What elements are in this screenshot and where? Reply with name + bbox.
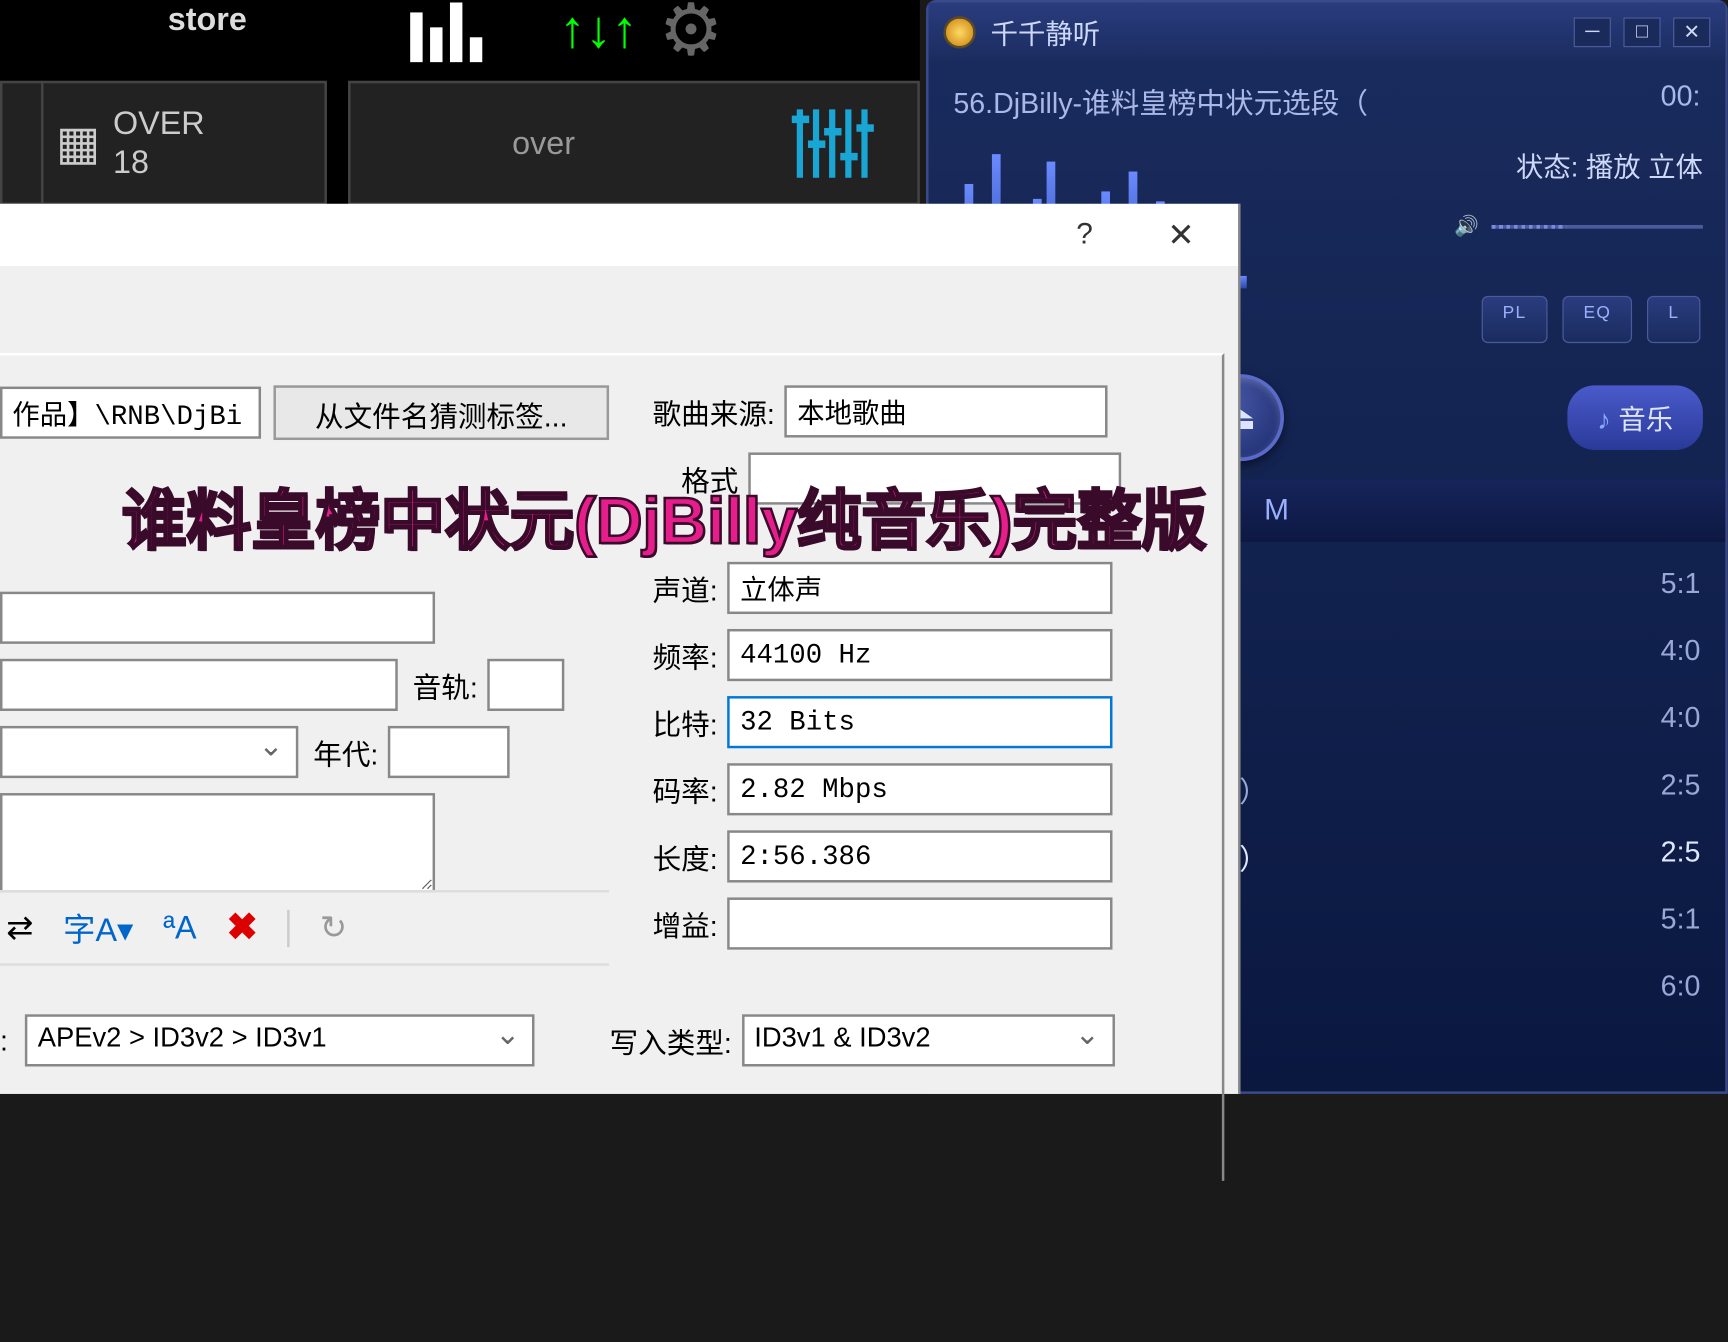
write-type-label: 写入类型:: [610, 1019, 732, 1061]
ttplayer-titlebar[interactable]: 千千静听 ─ □ ✕: [929, 2, 1726, 62]
close-icon[interactable]: ✕: [1673, 17, 1710, 47]
year-label: 年代:: [313, 731, 378, 773]
tag-tool-icon[interactable]: ⇄: [6, 909, 33, 948]
playlist-button[interactable]: PL: [1481, 296, 1547, 343]
clear-icon[interactable]: ✖: [226, 906, 257, 950]
over18-num: 18: [113, 143, 205, 182]
gain-label: 增益:: [653, 902, 718, 944]
font-case-icon[interactable]: 字A▾: [63, 905, 133, 951]
channel-label: 声道:: [653, 567, 718, 609]
channel-input[interactable]: [728, 562, 1113, 614]
equalizer-icon: [797, 109, 868, 177]
track-input[interactable]: [488, 659, 565, 711]
field-1[interactable]: [0, 592, 435, 644]
now-playing-title: 56.DjBilly-谁料皇榜中状元选段（: [953, 80, 1368, 122]
volume-slider[interactable]: [1492, 224, 1703, 228]
lyric-button[interactable]: L: [1647, 296, 1700, 343]
length-input[interactable]: [728, 830, 1113, 882]
guess-tags-button[interactable]: 从文件名猜测标签...: [273, 385, 609, 440]
playback-status: 状态: 播放 立体: [1516, 145, 1703, 185]
pl-m-icon[interactable]: M: [1264, 493, 1289, 528]
now-playing-time: 00:: [1661, 80, 1701, 122]
maximize-icon[interactable]: □: [1623, 17, 1660, 47]
now-playing: 56.DjBilly-谁料皇榜中状元选段（ 00:: [929, 62, 1726, 139]
bits-label: 比特:: [653, 701, 718, 743]
eq-button[interactable]: EQ: [1562, 296, 1632, 343]
year-input[interactable]: [388, 726, 510, 778]
ttplayer-title: 千千静听: [991, 12, 1100, 52]
music-tab[interactable]: 音乐: [1567, 385, 1703, 450]
volume-control[interactable]: 🔊: [1454, 214, 1703, 239]
source-label: 歌曲来源:: [653, 390, 775, 432]
gear-icon[interactable]: ⚙: [659, 0, 724, 72]
over-tile[interactable]: over: [348, 81, 920, 205]
freq-input[interactable]: [728, 629, 1113, 681]
bg-tile-left: [0, 81, 44, 205]
ttplayer-logo-icon: [943, 16, 975, 48]
help-icon[interactable]: ?: [1076, 218, 1093, 253]
field-2[interactable]: [0, 659, 398, 711]
speaker-icon: 🔊: [1454, 214, 1479, 239]
overlay-title: 谁料皇榜中状元(DjBilly纯音乐)完整版: [122, 469, 1206, 562]
close-icon[interactable]: ✕: [1167, 216, 1194, 255]
over18-tile[interactable]: ▦ OVER 18: [41, 81, 327, 205]
bars-icon: [410, 0, 485, 62]
properties-dialog: ? ✕ 从文件名猜测标签... 音轨: 年代:: [0, 204, 1241, 1094]
over-label: over: [512, 124, 575, 163]
bitrate-label: 码率:: [653, 768, 718, 810]
minimize-icon[interactable]: ─: [1574, 17, 1611, 47]
source-input[interactable]: [785, 385, 1108, 437]
sliders-icon: ↑↓↑: [559, 0, 637, 60]
read-order-combo[interactable]: APEv2 > ID3v2 > ID3v1: [25, 1014, 535, 1066]
tag-toolbar: ⇄ 字A▾ ªA ✖ ↻: [0, 890, 609, 966]
background-app: store ↑↓↑ ⚙ ▦ OVER 18 over: [0, 0, 920, 205]
read-label: :: [0, 1024, 8, 1058]
genre-combo[interactable]: [0, 726, 298, 778]
comment-input[interactable]: [0, 793, 435, 892]
font-convert-icon[interactable]: ªA: [163, 909, 197, 948]
write-type-combo[interactable]: ID3v1 & ID3v2: [742, 1014, 1115, 1066]
over18-label: OVER: [113, 104, 205, 143]
grid-icon: ▦: [56, 115, 101, 171]
track-label: 音轨:: [413, 664, 478, 706]
freq-label: 频率:: [653, 634, 718, 676]
gain-input[interactable]: [728, 897, 1113, 949]
length-label: 长度:: [653, 835, 718, 877]
path-input[interactable]: [0, 387, 261, 439]
bits-input[interactable]: [728, 696, 1113, 748]
store-label: store: [168, 0, 247, 39]
dialog-titlebar[interactable]: ? ✕: [0, 204, 1238, 266]
refresh-icon[interactable]: ↻: [320, 909, 347, 948]
bitrate-input[interactable]: [728, 763, 1113, 815]
